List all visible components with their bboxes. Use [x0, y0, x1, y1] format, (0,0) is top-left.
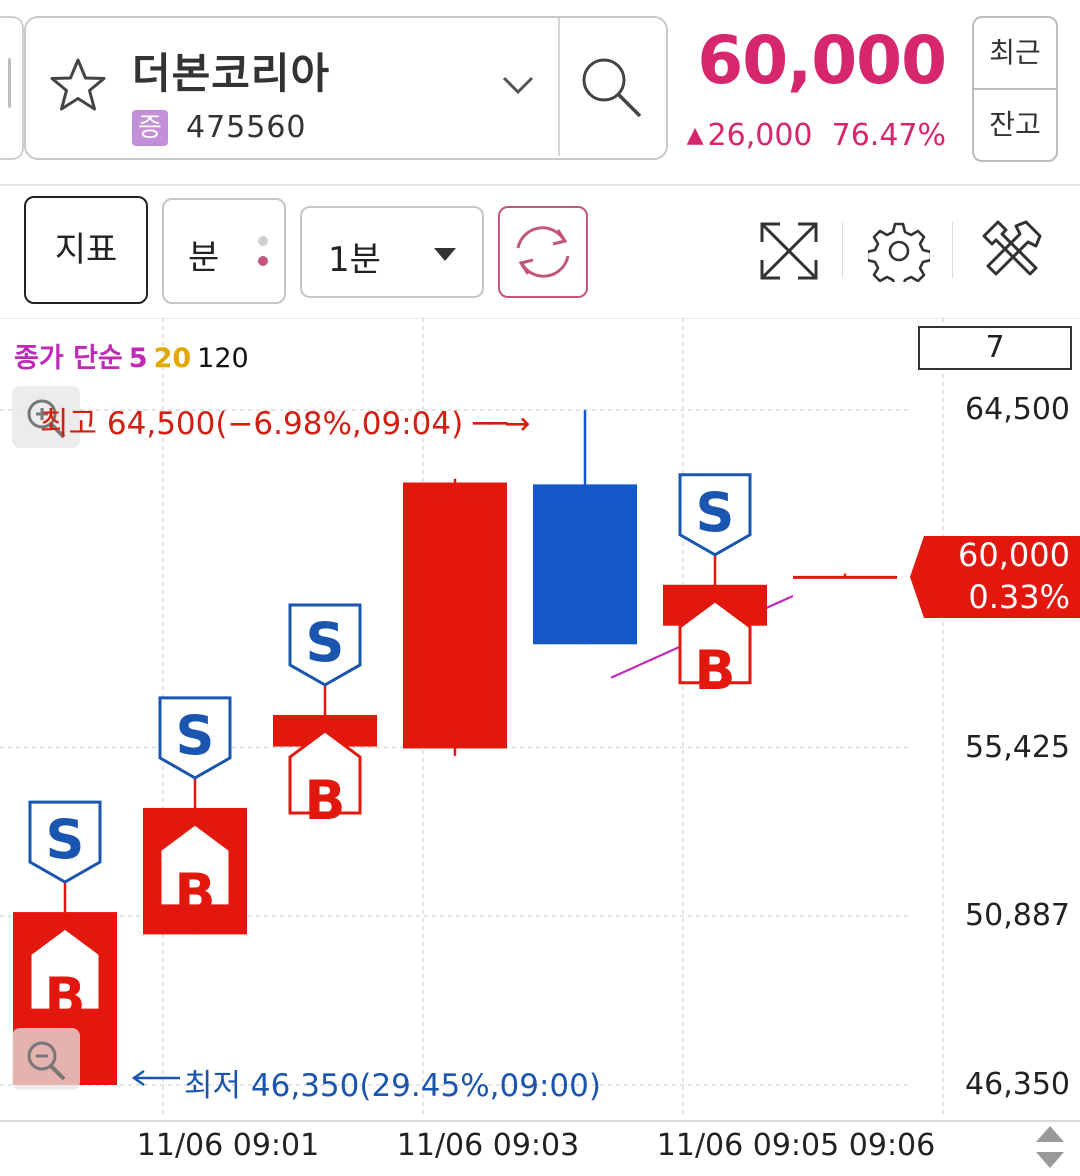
change-amount: 26,000 [707, 118, 813, 153]
buy-signal-label: B [304, 769, 345, 832]
refresh-button[interactable] [498, 206, 588, 298]
stock-name: 더본코리아 [132, 49, 331, 98]
change-rate: 76.47% [831, 118, 946, 153]
y-tick-label: 55,425 [965, 729, 1070, 765]
sell-signal-label: S [306, 611, 345, 674]
candle-body [533, 484, 637, 645]
low-price-label: 최저 46,350(29.45%,09:00) [184, 1068, 601, 1104]
page-dot-active [258, 256, 268, 266]
zoom-out-icon [27, 1041, 66, 1081]
price-change: ▲ 26,000 76.47% [680, 118, 946, 153]
period-type-label: 분 [188, 238, 220, 278]
divider [952, 222, 953, 278]
sell-signal-label: S [46, 808, 85, 871]
buy-signal-label: B [174, 862, 215, 925]
divider [0, 1120, 1080, 1122]
left-arrow-icon [130, 1066, 182, 1090]
chevron-down-icon[interactable] [500, 70, 536, 100]
current-price-tag-value: 60,000 [958, 536, 1070, 574]
ma-legend-period: 5 [128, 343, 148, 374]
zoom-out-button[interactable] [12, 1028, 80, 1090]
current-price-tag: 60,000 0.33% [910, 536, 1080, 618]
y-tick-label: 50,887 [965, 898, 1070, 934]
sell-signal-label: S [176, 704, 215, 767]
candle-body [403, 482, 507, 749]
recent-button[interactable]: 최근 [974, 18, 1056, 88]
x-tick-label: 09:06 [848, 1128, 936, 1163]
divider [0, 184, 1080, 186]
refresh-icon [516, 226, 570, 278]
candle-count-box[interactable]: 7 [918, 326, 1072, 370]
tools-icon[interactable] [980, 218, 1044, 282]
ma-legend-period: 20 [153, 343, 192, 374]
x-tick-label: 11/06 09:01 [136, 1128, 320, 1163]
interval-value: 1분 [328, 240, 381, 280]
gear-icon[interactable] [865, 220, 933, 290]
stock-selector[interactable] [24, 16, 668, 160]
search-icon[interactable] [576, 52, 648, 124]
buy-signal-label: B [694, 639, 735, 702]
fullscreen-icon[interactable] [756, 218, 822, 284]
up-triangle-icon: ▲ [686, 123, 704, 148]
side-button-group: 최근 잔고 [972, 16, 1058, 162]
ma-legend-prefix: 종가 단순 [14, 343, 123, 374]
market-badge: 증 [132, 110, 168, 146]
star-icon[interactable] [46, 54, 110, 118]
buy-signal-label: B [44, 966, 85, 1029]
ma-legend-period: 120 [197, 343, 249, 374]
ma-legend[interactable]: 종가 단순 5 20 120 [14, 336, 255, 375]
y-tick-label: 64,500 [965, 392, 1070, 427]
drawer-handle[interactable] [0, 16, 24, 160]
caret-down-icon [434, 248, 456, 261]
y-tick-label: 46,350 [965, 1067, 1070, 1102]
current-price-tag-rate: 0.33% [968, 578, 1070, 616]
divider [558, 18, 560, 156]
x-tick-label: 11/06 09:05 [656, 1128, 840, 1163]
page-dot [258, 236, 268, 246]
divider [842, 222, 843, 278]
high-price-note: 최고 64,500(−6.98%,09:04) ──→ [40, 398, 530, 443]
x-tick-label: 11/06 09:03 [396, 1128, 580, 1163]
balance-button[interactable]: 잔고 [974, 90, 1056, 160]
low-price-note: 최저 46,350(29.45%,09:00) [184, 1060, 601, 1105]
stock-code: 475560 [186, 110, 307, 145]
trade-signals: S B S B S B S B [28, 473, 752, 1029]
indicator-button[interactable]: 지표 [24, 196, 148, 304]
period-type-button[interactable]: 분 [162, 198, 286, 304]
scroll-arrows-icon[interactable] [1030, 1122, 1070, 1172]
interval-select[interactable]: 1분 [300, 206, 484, 298]
sell-signal-label: S [696, 481, 735, 544]
high-price-label: 최고 64,500(−6.98%,09:04) [40, 406, 464, 442]
right-arrow-icon: ──→ [473, 406, 530, 442]
current-price: 60,000 [697, 22, 947, 99]
